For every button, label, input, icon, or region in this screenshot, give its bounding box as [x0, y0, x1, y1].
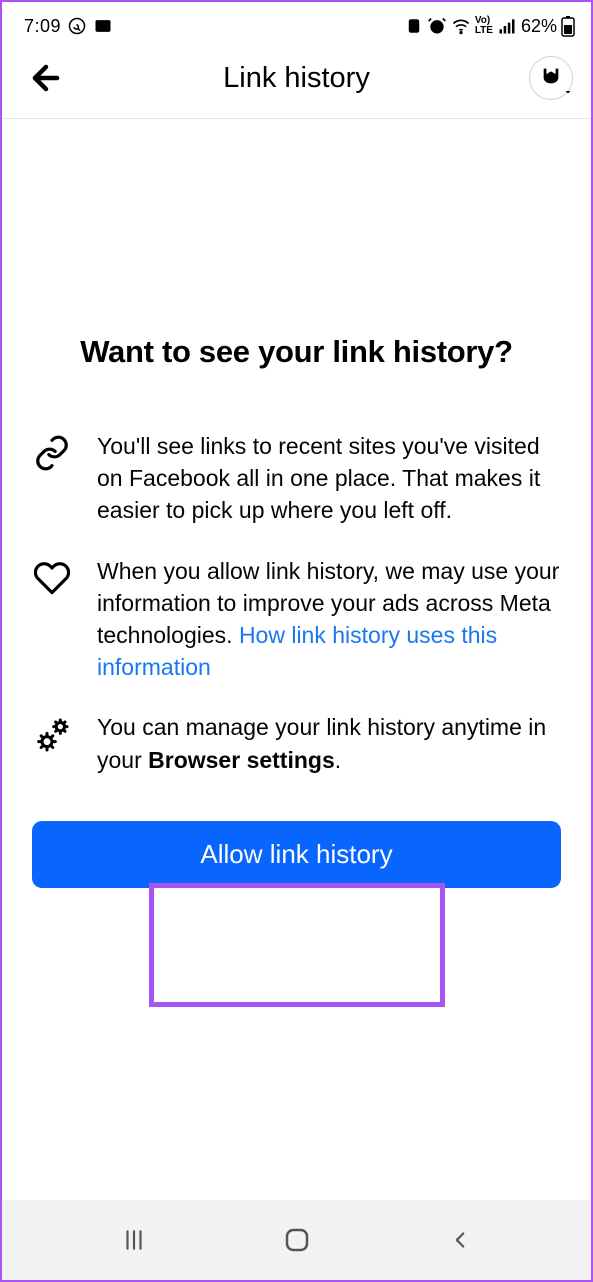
- home-button[interactable]: [267, 1210, 327, 1270]
- recents-button[interactable]: [104, 1210, 164, 1270]
- heart-icon: [32, 555, 72, 597]
- app-header: Link history: [2, 46, 591, 118]
- image-icon: [93, 16, 113, 36]
- info-item-ads: When you allow link history, we may use …: [32, 555, 561, 684]
- system-nav-bar: [2, 1200, 591, 1280]
- chevron-down-icon: [562, 85, 574, 101]
- info-item-settings: You can manage your link history anytime…: [32, 711, 561, 775]
- info-text-ads: When you allow link history, we may use …: [97, 555, 561, 684]
- profile-switcher[interactable]: [529, 56, 573, 100]
- status-right: Vo)LTE 62%: [405, 15, 575, 37]
- profile-avatar-icon: [540, 65, 562, 92]
- status-bar: 7:09: [2, 2, 591, 46]
- info-item-links: You'll see links to recent sites you've …: [32, 430, 561, 527]
- info-text-links: You'll see links to recent sites you've …: [97, 430, 561, 527]
- main-heading: Want to see your link history?: [32, 334, 561, 370]
- main-content: Want to see your link history? You'll se…: [2, 119, 591, 888]
- allow-link-history-button[interactable]: Allow link history: [32, 821, 561, 888]
- wifi-icon: [451, 16, 471, 36]
- info-text-settings: You can manage your link history anytime…: [97, 711, 561, 775]
- status-left: 7:09: [24, 16, 113, 37]
- alarm-icon: [427, 16, 447, 36]
- notification-icon: [405, 17, 423, 35]
- back-button[interactable]: [24, 56, 68, 100]
- page-title: Link history: [223, 62, 370, 95]
- annotation-highlight: [149, 883, 445, 1007]
- back-nav-button[interactable]: [430, 1210, 490, 1270]
- signal-icon: [497, 16, 517, 36]
- battery-percentage: 62%: [521, 16, 557, 37]
- browser-settings-label: Browser settings: [148, 747, 335, 773]
- status-time: 7:09: [24, 16, 61, 37]
- gears-icon: [32, 711, 72, 755]
- whatsapp-icon: [67, 16, 87, 36]
- volte-icon: Vo)LTE: [475, 16, 493, 36]
- battery-icon: [561, 15, 575, 37]
- link-icon: [32, 430, 72, 472]
